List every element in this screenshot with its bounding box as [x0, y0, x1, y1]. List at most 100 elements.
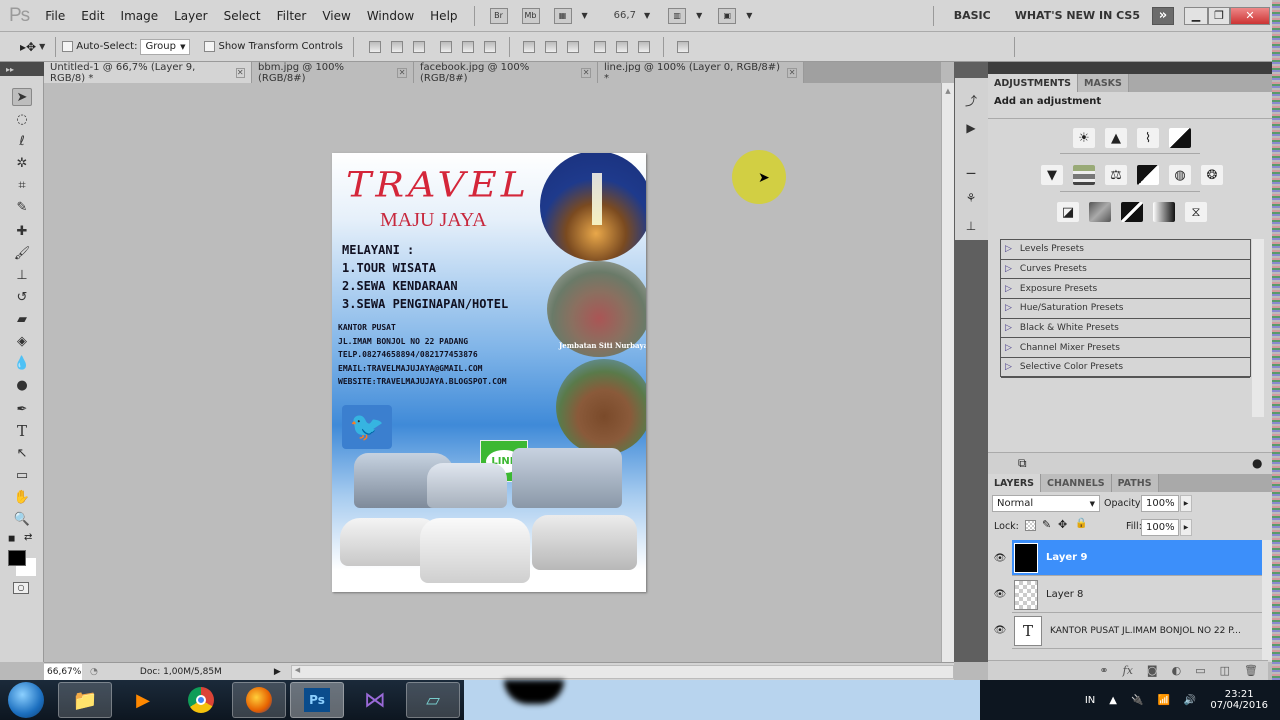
lock-position-icon[interactable]: ✥	[1058, 518, 1067, 531]
dodge-tool-icon[interactable]: ●	[12, 376, 32, 394]
exposure-icon[interactable]	[1169, 128, 1191, 148]
threshold-icon[interactable]	[1121, 202, 1143, 222]
distribute-horizontal-center-icon[interactable]	[615, 40, 628, 53]
gradient-map-icon[interactable]	[1153, 202, 1175, 222]
taskbar-firefox[interactable]	[232, 682, 286, 718]
zoom-level-dropdown[interactable]: 66,7	[614, 10, 636, 21]
volume-icon[interactable]: 🔊	[1184, 695, 1196, 706]
hue-saturation-icon[interactable]	[1073, 165, 1095, 185]
layer-row[interactable]: Layer 9	[1012, 540, 1262, 576]
layer-style-icon[interactable]: fx	[1123, 664, 1133, 677]
chevron-down-icon[interactable]: ▼	[746, 11, 752, 20]
visibility-eye-icon[interactable]: 👁	[992, 624, 1008, 636]
brush-panel-icon[interactable]: ⚘	[962, 190, 980, 206]
close-icon[interactable]: ✕	[581, 67, 591, 78]
status-preview-icon[interactable]: ◔	[90, 667, 98, 677]
selective-color-icon[interactable]: ⧖	[1185, 202, 1207, 222]
path-selection-tool-icon[interactable]: ↖	[12, 444, 32, 462]
menu-image[interactable]: Image	[113, 9, 167, 23]
minimize-button[interactable]: ▁	[1184, 6, 1208, 25]
align-right-icon[interactable]	[483, 40, 496, 53]
preset-curves[interactable]: ▷ Curves Presets	[1001, 260, 1250, 280]
workspace-basic[interactable]: BASIC	[954, 9, 991, 22]
network-signal-icon[interactable]: 📶	[1157, 695, 1169, 706]
close-icon[interactable]: ✕	[787, 67, 797, 78]
opacity-slider-arrow-icon[interactable]: ▶	[1180, 495, 1192, 512]
distribute-left-icon[interactable]	[593, 40, 606, 53]
blur-tool-icon[interactable]: 💧	[12, 354, 32, 372]
zoom-percentage-field[interactable]: 66,67%	[44, 663, 82, 680]
view-previous-state-icon[interactable]: ●	[1252, 456, 1262, 470]
eyedropper-tool-icon[interactable]: ✎	[12, 198, 32, 216]
menu-layer[interactable]: Layer	[166, 9, 215, 23]
taskbar-notepad[interactable]: ▱	[406, 682, 460, 718]
layers-scrollbar[interactable]	[1262, 540, 1272, 660]
chevron-down-icon[interactable]: ▼	[696, 11, 702, 20]
default-colors-icon[interactable]: ◼	[8, 534, 15, 544]
taskbar-explorer[interactable]: 📁	[58, 682, 112, 718]
preset-black-white[interactable]: ▷ Black & White Presets	[1001, 319, 1250, 339]
hand-tool-icon[interactable]: ✋	[12, 488, 32, 506]
photo-filter-icon[interactable]: ◍	[1169, 165, 1191, 185]
move-tool-preset-icon[interactable]: ▸✥	[20, 40, 36, 54]
tab-facebook[interactable]: facebook.jpg @ 100% (RGB/8#) ✕	[414, 62, 598, 84]
black-white-icon[interactable]	[1137, 165, 1159, 185]
curves-icon[interactable]: ⌇	[1137, 128, 1159, 148]
channel-mixer-icon[interactable]: ❂	[1201, 165, 1223, 185]
rectangle-tool-icon[interactable]: ▭	[12, 466, 32, 484]
levels-icon[interactable]: ▲	[1105, 128, 1127, 148]
distribute-top-icon[interactable]	[522, 40, 535, 53]
tab-bbm[interactable]: bbm.jpg @ 100% (RGB/8#) ✕	[252, 62, 414, 84]
menu-view[interactable]: View	[314, 9, 358, 23]
align-left-icon[interactable]	[439, 40, 452, 53]
align-vertical-center-icon[interactable]	[390, 40, 403, 53]
menu-filter[interactable]: Filter	[269, 9, 315, 23]
chevron-down-icon[interactable]: ▼	[39, 42, 45, 51]
horizontal-scrollbar[interactable]: ◀	[290, 664, 954, 679]
zoom-tool-icon[interactable]: 🔍	[12, 510, 32, 528]
tab-adjustments[interactable]: ADJUSTMENTS	[988, 74, 1079, 92]
swap-colors-icon[interactable]: ⇄	[24, 532, 32, 543]
toolbar-collapse-bar[interactable]: ▸▸	[0, 62, 44, 76]
taskbar-photoshop[interactable]: Ps	[290, 682, 344, 718]
healing-brush-tool-icon[interactable]: ✚	[12, 222, 32, 240]
vibrance-icon[interactable]: ▼	[1041, 165, 1063, 185]
fill-input[interactable]: 100%	[1141, 519, 1179, 536]
link-layers-icon[interactable]: ⚭	[1099, 664, 1108, 677]
view-extras-button[interactable]: ▦	[553, 7, 572, 24]
visibility-eye-icon[interactable]: 👁	[992, 552, 1008, 564]
eraser-tool-icon[interactable]: ▰	[12, 310, 32, 328]
foreground-color-swatch[interactable]	[8, 550, 26, 566]
new-layer-icon[interactable]: ◫	[1220, 664, 1230, 677]
tab-channels[interactable]: CHANNELS	[1041, 474, 1112, 492]
quick-mask-icon[interactable]: ○	[13, 582, 29, 594]
more-workspaces-button[interactable]: »	[1152, 6, 1174, 25]
lock-transparency-icon[interactable]	[1025, 520, 1036, 531]
preset-exposure[interactable]: ▷ Exposure Presets	[1001, 279, 1250, 300]
blend-mode-dropdown[interactable]: Normal ▼	[992, 495, 1100, 512]
clock[interactable]: 23:21 07/04/2016	[1210, 689, 1268, 711]
taskbar-visual-studio[interactable]: ⋈	[348, 682, 402, 718]
launch-mini-bridge-button[interactable]: Mb	[521, 7, 540, 24]
status-menu-arrow-icon[interactable]: ▶	[274, 667, 281, 677]
preset-channel-mixer[interactable]: ▷ Channel Mixer Presets	[1001, 338, 1250, 359]
layer-row[interactable]: Layer 8	[1012, 577, 1262, 613]
clip-to-layer-icon[interactable]: ⧉	[1018, 456, 1027, 471]
new-group-icon[interactable]: ▭	[1195, 664, 1205, 677]
add-mask-icon[interactable]: ◙	[1147, 664, 1158, 677]
move-tool-icon[interactable]: ➤	[12, 88, 32, 106]
tab-paths[interactable]: PATHS	[1111, 474, 1159, 492]
taskbar-chrome[interactable]	[174, 682, 228, 718]
clone-source-panel-icon[interactable]: ⊥	[962, 218, 980, 234]
crop-tool-icon[interactable]: ⌗	[12, 176, 32, 194]
tab-untitled-1[interactable]: Untitled-1 @ 66,7% (Layer 9, RGB/8) * ✕	[44, 62, 252, 84]
auto-select-checkbox[interactable]	[62, 41, 74, 52]
menu-window[interactable]: Window	[359, 9, 422, 23]
brush-tool-icon[interactable]: 🖌	[12, 244, 32, 262]
menu-help[interactable]: Help	[422, 9, 465, 23]
color-balance-icon[interactable]: ⚖	[1105, 165, 1127, 185]
brush-presets-panel-icon[interactable]: ⚊	[962, 162, 980, 178]
menu-file[interactable]: File	[37, 9, 73, 23]
quick-select-tool-icon[interactable]: ✲	[12, 154, 32, 172]
opacity-input[interactable]: 100%	[1141, 495, 1179, 512]
